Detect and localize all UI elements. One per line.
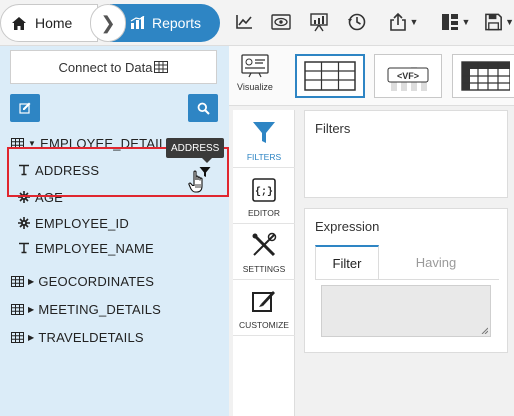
tab-label: EDITOR — [248, 208, 280, 218]
numeric-type-icon — [17, 217, 31, 229]
app-window: Home ❯ Reports ▼ ▼ ▼ Connect to Data ▼ E… — [0, 0, 514, 416]
table-name: MEETING_DETAILS — [38, 301, 162, 317]
viz-type-crosstab[interactable] — [452, 54, 514, 98]
vf-label: <VF> — [397, 71, 419, 81]
tree-table-geocordinates[interactable]: ▶ GEOCORDINATES — [10, 270, 154, 292]
search-icon — [197, 102, 210, 115]
layout-dropdown[interactable]: ▼ — [436, 10, 474, 34]
chevron-down-icon: ▼ — [505, 17, 514, 27]
expression-title: Expression — [315, 219, 380, 234]
connect-to-data-button[interactable]: Connect to Data — [10, 50, 217, 84]
visualize-icon — [241, 54, 269, 78]
tree-table-meeting-details[interactable]: ▶ MEETING_DETAILS — [10, 298, 161, 320]
tab-having[interactable]: Having — [401, 245, 471, 279]
layout-icon — [441, 14, 458, 30]
viz-type-vf[interactable]: <VF> — [374, 54, 442, 98]
designer-area: Visualize <VF> FILTERS {;} EDITOR SETTIN… — [229, 46, 514, 416]
expression-panel: Expression Filter Having — [304, 208, 508, 353]
grid-table-icon — [304, 61, 356, 91]
export-dropdown[interactable]: ▼ — [384, 10, 422, 34]
tools-icon — [252, 232, 277, 257]
code-braces-icon: {;} — [252, 178, 276, 202]
tab-filter-label: Filter — [332, 255, 362, 271]
caret-right-icon: ▶ — [28, 304, 35, 314]
presentation-icon[interactable] — [308, 10, 330, 34]
visualize-button[interactable]: Visualize — [237, 54, 273, 92]
tree-field-employee-id[interactable]: EMPLOYEE_ID — [17, 212, 129, 234]
breadcrumb-home[interactable]: Home — [0, 4, 98, 42]
resize-grip-icon[interactable] — [480, 326, 488, 334]
breadcrumb-reports-label: Reports — [152, 15, 202, 31]
field-name: EMPLOYEE_ID — [35, 215, 129, 231]
filters-panel[interactable]: Filters — [304, 110, 508, 198]
table-grid-icon — [10, 303, 24, 315]
tab-label: SETTINGS — [242, 264, 286, 274]
breadcrumb-separator-glyph: ❯ — [100, 12, 116, 33]
table-name: GEOCORDINATES — [38, 273, 155, 289]
visualization-toolbar: Visualize <VF> — [229, 46, 514, 106]
history-icon[interactable] — [346, 10, 368, 34]
chevron-down-icon: ▼ — [461, 17, 471, 27]
tab-label: FILTERS — [246, 152, 282, 162]
vf-widget-icon: <VF> — [387, 67, 429, 91]
table-name: TRAVELDETAILS — [38, 329, 144, 345]
caret-right-icon: ▶ — [28, 332, 35, 342]
field-tooltip: ADDRESS — [166, 138, 225, 163]
viz-type-grid[interactable] — [295, 54, 365, 98]
breadcrumb-home-label: Home — [35, 15, 73, 31]
funnel-icon — [253, 122, 275, 143]
text-type-icon — [17, 242, 31, 254]
edit-icon — [19, 102, 31, 114]
table-grid-icon — [10, 331, 24, 343]
table-grid-icon — [154, 61, 169, 73]
field-name: EMPLOYEE_NAME — [35, 240, 154, 256]
tree-table-traveldetails[interactable]: ▶ TRAVELDETAILS — [10, 326, 144, 348]
top-toolbar: Home ❯ Reports ▼ ▼ ▼ — [0, 0, 514, 46]
tab-filter[interactable]: Filter — [315, 245, 379, 279]
breadcrumb-separator: ❯ — [90, 4, 126, 42]
save-icon — [485, 13, 502, 31]
visualize-label: Visualize — [237, 82, 273, 92]
tree-field-employee-name[interactable]: EMPLOYEE_NAME — [17, 237, 154, 259]
preview-eye-icon[interactable] — [270, 10, 292, 34]
reports-chart-icon — [130, 16, 145, 29]
tab-label: CUSTOMIZE — [239, 320, 289, 330]
export-icon — [389, 12, 406, 31]
customize-brush-icon — [252, 291, 275, 312]
svg-text:{;}: {;} — [255, 186, 273, 198]
tab-customize[interactable]: CUSTOMIZE — [233, 280, 295, 336]
tab-filters[interactable]: FILTERS — [233, 112, 295, 168]
table-grid-icon — [10, 275, 24, 287]
connect-to-data-label: Connect to Data — [58, 59, 153, 75]
chevron-down-icon: ▼ — [409, 17, 419, 27]
hand-cursor-icon — [188, 170, 208, 199]
line-chart-icon[interactable] — [234, 10, 254, 34]
expression-textarea[interactable] — [321, 285, 491, 337]
tab-divider — [315, 279, 499, 280]
tab-having-label: Having — [415, 254, 457, 270]
search-button[interactable] — [188, 94, 218, 122]
save-dropdown[interactable]: ▼ — [484, 10, 514, 34]
home-icon — [12, 16, 26, 30]
crosstab-icon — [460, 61, 510, 91]
filters-title: Filters — [315, 121, 351, 136]
side-tab-strip: FILTERS {;} EDITOR SETTINGS CUSTOMIZE — [233, 110, 295, 416]
tab-editor[interactable]: {;} EDITOR — [233, 168, 295, 224]
edit-button[interactable] — [10, 94, 40, 122]
data-source-panel: Connect to Data ▼ EMPLOYEE_DETAILS ADDRE… — [0, 46, 229, 416]
breadcrumb-reports[interactable]: Reports — [110, 4, 220, 42]
caret-right-icon: ▶ — [28, 276, 35, 286]
tab-settings[interactable]: SETTINGS — [233, 224, 295, 280]
